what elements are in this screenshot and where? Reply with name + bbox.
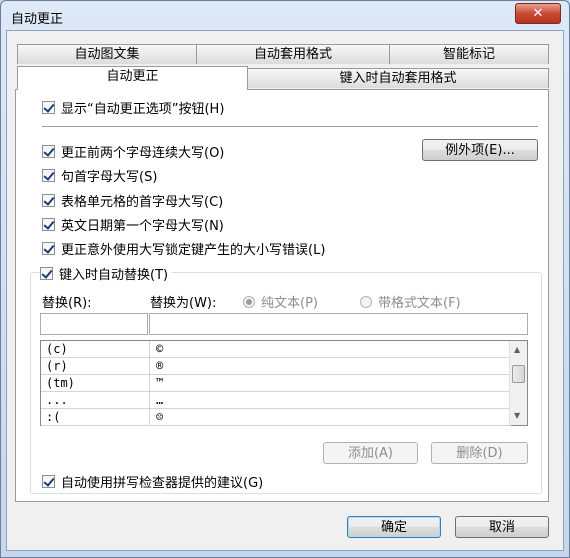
list-item[interactable]: (c) ©	[41, 341, 511, 358]
list-item[interactable]: ... …	[41, 392, 511, 409]
radio-unselected-icon	[360, 295, 372, 308]
capitalize-table-cells-checkbox[interactable]: 表格单元格的首字母大写(C)	[42, 191, 223, 210]
entry-from: (c)	[46, 342, 68, 356]
list-item[interactable]: (r) ®	[41, 358, 511, 375]
radio-selected-icon	[243, 295, 255, 308]
checkbox-checked-icon	[42, 101, 55, 114]
tab-smart-tags[interactable]: 智能标记	[389, 44, 549, 64]
replace-input[interactable]	[40, 313, 148, 335]
tab-label: 智能标记	[442, 47, 495, 62]
tab-autoformat[interactable]: 自动套用格式	[196, 44, 390, 64]
checkbox-checked-icon	[40, 267, 53, 280]
scroll-down-icon[interactable]: ▼	[514, 411, 520, 420]
scrollbar-thumb[interactable]	[512, 365, 525, 383]
column-divider	[149, 409, 150, 425]
entry-from: ...	[46, 393, 68, 407]
entry-to: …	[156, 393, 164, 407]
entry-to: ®	[156, 359, 164, 373]
checkbox-label: 自动使用拼写检查器提供的建议(G)	[61, 476, 264, 491]
replace-with-input[interactable]	[149, 313, 528, 335]
replace-label: 替换(R):	[42, 296, 92, 311]
entry-to: ™	[156, 376, 164, 390]
capitalize-sentences-checkbox[interactable]: 句首字母大写(S)	[42, 166, 157, 185]
cancel-button[interactable]: 取消	[455, 516, 549, 538]
checkbox-label: 更正意外使用大写锁定键产生的大小写错误(L)	[61, 243, 326, 258]
list-item[interactable]: (tm) ™	[41, 375, 511, 392]
tab-autotext[interactable]: 自动图文集	[17, 44, 197, 64]
list-scrollbar[interactable]: ▲ ▼	[509, 341, 527, 425]
checkbox-checked-icon	[42, 169, 55, 182]
checkbox-label: 表格单元格的首字母大写(C)	[61, 195, 224, 210]
delete-button[interactable]: 删除(D)	[431, 442, 528, 464]
checkbox-label: 显示“自动更正选项”按钮(H)	[61, 102, 225, 117]
checkbox-label: 英文日期第一个字母大写(N)	[61, 219, 224, 234]
spell-checker-suggestions-checkbox[interactable]: 自动使用拼写检查器提供的建议(G)	[42, 472, 263, 491]
replace-as-you-type-checkbox[interactable]: 键入时自动替换(T)	[40, 264, 173, 283]
checkbox-label: 句首字母大写(S)	[61, 170, 158, 185]
tab-label: 自动图文集	[74, 47, 140, 62]
formatted-text-radio[interactable]: 带格式文本(F)	[360, 292, 461, 311]
tab-label: 自动更正	[106, 69, 159, 84]
replacement-list[interactable]: (c) © (r) ® (tm) ™ ... … :( ☹ ▲ ▼	[40, 340, 528, 426]
checkbox-checked-icon	[42, 475, 55, 488]
checkbox-label: 键入时自动替换(T)	[59, 268, 169, 283]
checkbox-checked-icon	[42, 145, 55, 158]
column-divider	[149, 358, 150, 374]
entry-to: ☹	[156, 410, 164, 424]
radio-label: 带格式文本(F)	[378, 296, 461, 311]
caps-lock-correction-checkbox[interactable]: 更正意外使用大写锁定键产生的大小写错误(L)	[42, 239, 325, 258]
two-initial-caps-checkbox[interactable]: 更正前两个字母连续大写(O)	[42, 142, 224, 161]
tab-label: 键入时自动套用格式	[339, 71, 457, 86]
entry-from: :(	[46, 410, 61, 424]
tab-autocorrect[interactable]: 自动更正	[17, 66, 248, 90]
column-divider	[149, 392, 150, 408]
close-button[interactable]: ✕	[515, 3, 561, 24]
divider	[42, 126, 538, 127]
ok-button[interactable]: 确定	[347, 516, 441, 538]
tab-autoformat-as-you-type[interactable]: 键入时自动套用格式	[247, 68, 549, 88]
column-divider	[149, 341, 150, 357]
scroll-up-icon[interactable]: ▲	[514, 345, 520, 354]
checkbox-label: 更正前两个字母连续大写(O)	[61, 146, 225, 161]
title-bar: 自动更正 ✕	[1, 1, 569, 31]
dialog-title: 自动更正	[11, 12, 64, 27]
checkbox-checked-icon	[42, 194, 55, 207]
tab-label: 自动套用格式	[253, 47, 332, 62]
exceptions-button[interactable]: 例外项(E)...	[422, 139, 538, 161]
radio-label: 纯文本(P)	[261, 296, 318, 311]
capitalize-day-names-checkbox[interactable]: 英文日期第一个字母大写(N)	[42, 215, 224, 234]
plain-text-radio[interactable]: 纯文本(P)	[243, 292, 318, 311]
checkbox-checked-icon	[42, 242, 55, 255]
show-autocorrect-buttons-checkbox[interactable]: 显示“自动更正选项”按钮(H)	[42, 98, 224, 117]
list-item[interactable]: :( ☹	[41, 409, 511, 426]
entry-from: (r)	[46, 359, 68, 373]
entry-to: ©	[156, 342, 164, 356]
add-button[interactable]: 添加(A)	[323, 442, 418, 464]
replace-with-label: 替换为(W):	[150, 296, 217, 311]
entry-from: (tm)	[46, 376, 75, 390]
checkbox-checked-icon	[42, 218, 55, 231]
column-divider	[149, 375, 150, 391]
